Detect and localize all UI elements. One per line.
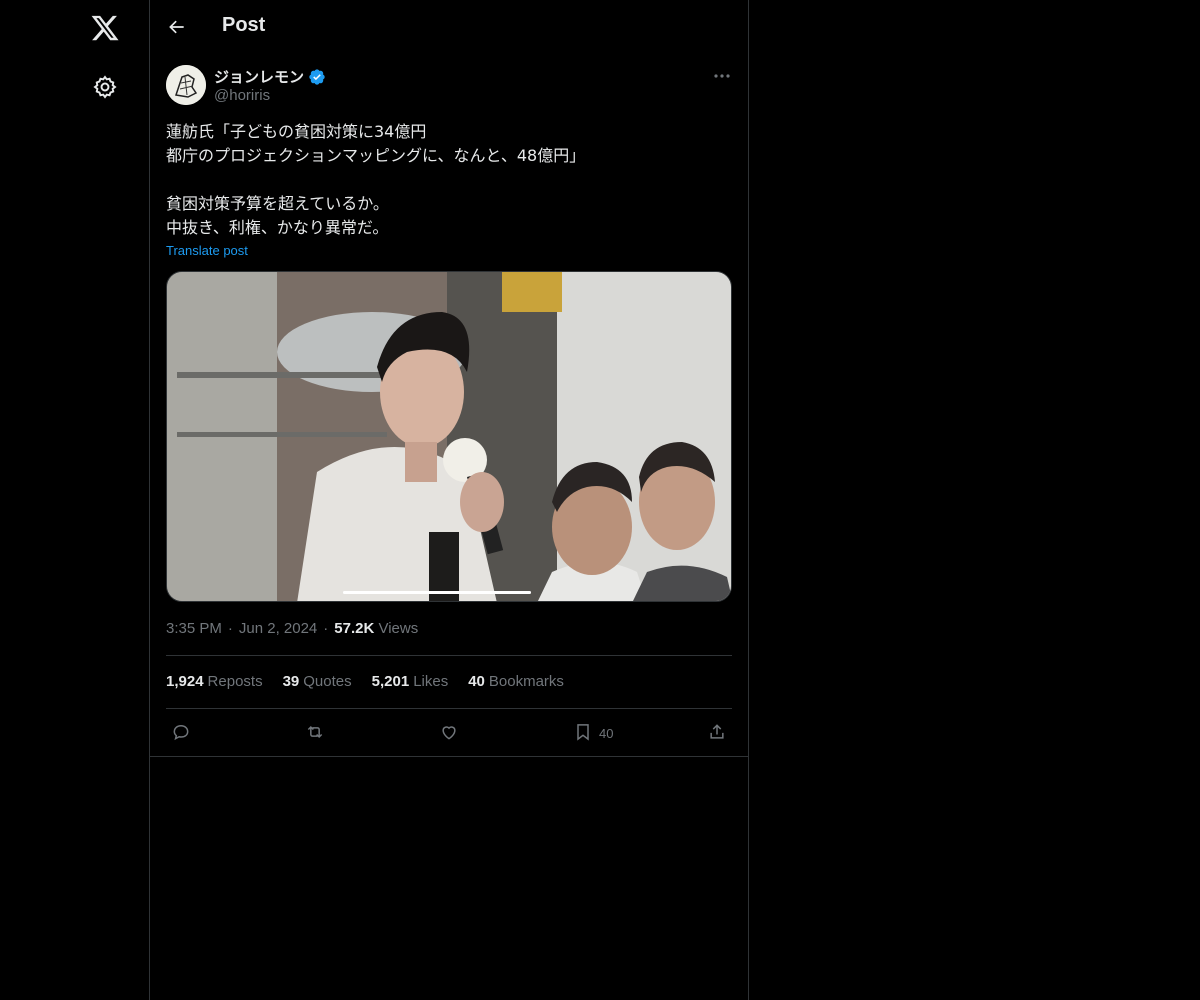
more-options-icon[interactable] — [712, 66, 732, 86]
views-label: Views — [378, 620, 419, 637]
author-name[interactable]: ジョンレモン — [214, 66, 326, 87]
gear-icon[interactable] — [92, 74, 118, 100]
translate-post-link[interactable]: Translate post — [166, 243, 248, 258]
video-progress-fill — [343, 591, 531, 594]
bookmark-button[interactable]: 40 — [573, 720, 613, 746]
post-time[interactable]: 3:35 PM — [166, 620, 222, 637]
post-column: Post ジョンレモン @horiris 蓮舫氏「子どもの貧困対策に34億円 都… — [149, 0, 749, 1000]
repost-icon — [305, 722, 325, 745]
stat-bookmarks[interactable]: 40 Bookmarks — [468, 673, 564, 690]
avatar[interactable] — [166, 65, 206, 105]
like-button[interactable] — [439, 720, 459, 746]
stat-likes[interactable]: 5,201 Likes — [372, 673, 449, 690]
post-video[interactable] — [166, 271, 732, 602]
divider — [166, 708, 732, 709]
arrow-left-icon[interactable] — [167, 17, 187, 37]
reply-icon — [171, 722, 191, 745]
divider — [166, 655, 732, 656]
page-title: Post — [222, 14, 266, 36]
reply-button[interactable] — [171, 720, 191, 746]
post-date[interactable]: Jun 2, 2024 — [239, 620, 317, 637]
views-count: 57.2K — [334, 620, 375, 637]
bookmark-icon — [573, 722, 593, 745]
repost-button[interactable] — [305, 720, 325, 746]
share-icon — [707, 722, 727, 745]
post-actions: 40 — [166, 720, 732, 746]
post-stats: 1,924 Reposts 39 Quotes 5,201 Likes 40 Bookm… — [166, 673, 564, 690]
display-name-text[interactable]: ジョンレモン — [214, 66, 304, 87]
meta-separator: · — [323, 620, 329, 637]
post-meta: 3:35 PM · Jun 2, 2024 · 57.2K Views — [166, 620, 418, 637]
share-button[interactable] — [707, 720, 727, 746]
meta-separator: · — [227, 620, 233, 637]
bookmark-count: 40 — [599, 725, 614, 741]
verified-badge-icon — [308, 68, 326, 86]
stat-reposts[interactable]: 1,924 Reposts — [166, 673, 263, 690]
header: Post — [150, 0, 748, 54]
left-rail — [0, 0, 150, 1000]
post-text: 蓮舫氏「子どもの貧困対策に34億円 都庁のプロジェクションマッピングに、なんと、… — [166, 122, 586, 237]
stat-quotes[interactable]: 39 Quotes — [283, 673, 352, 690]
x-logo-icon[interactable] — [90, 13, 120, 43]
heart-icon — [439, 722, 459, 745]
video-progress-track[interactable] — [343, 591, 531, 594]
divider — [150, 756, 748, 757]
author-handle[interactable]: @horiris — [214, 87, 270, 104]
